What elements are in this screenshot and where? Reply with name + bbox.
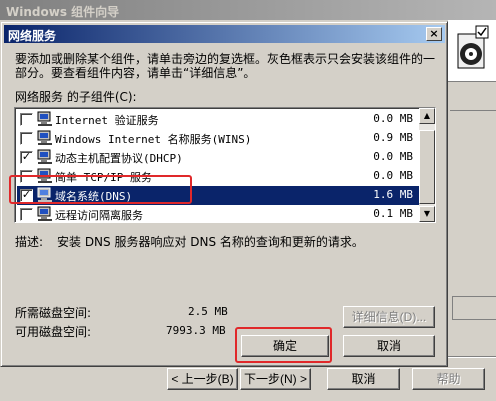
component-size: 1.6 MB — [373, 188, 413, 201]
help-button[interactable]: 帮助 — [412, 368, 485, 390]
back-button[interactable]: < 上一步(B) — [167, 368, 238, 390]
wizard-titlebar: Windows 组件向导 — [0, 0, 496, 20]
close-icon[interactable]: × — [426, 27, 442, 41]
component-size: 0.9 MB — [373, 131, 413, 144]
list-item[interactable]: ✓ 动态主机配置协议(DHCP) 0.0 MB — [17, 148, 419, 167]
component-name: 远程访问隔离服务 — [55, 209, 143, 222]
intro-line-2: 部分。要查看组件内容，请单击“详细信息”。 — [15, 66, 256, 80]
scroll-down-icon[interactable]: ▼ — [419, 206, 435, 222]
network-services-dialog: 网络服务 × 要添加或删除某个组件，请单击旁边的复选框。灰色框表示只会安装该组件… — [0, 21, 448, 367]
subcomponents-label: 网络服务 的子组件(C): — [15, 90, 137, 104]
network-component-icon — [37, 111, 52, 126]
description-label: 描述: — [15, 235, 44, 249]
checkbox[interactable] — [20, 113, 33, 126]
wizard-components-icon — [457, 25, 489, 69]
network-component-icon — [37, 206, 52, 221]
checkbox[interactable] — [20, 170, 33, 183]
component-size: 0.1 MB — [373, 207, 413, 220]
scroll-up-icon[interactable]: ▲ — [419, 108, 435, 124]
network-component-icon — [37, 130, 52, 145]
wizard-partial-control — [452, 296, 496, 320]
scroll-thumb[interactable] — [419, 130, 435, 204]
list-item[interactable]: 远程访问隔离服务 0.1 MB — [17, 205, 419, 222]
disk-required-label: 所需磁盘空间: — [15, 306, 92, 320]
list-item[interactable]: Internet 验证服务 0.0 MB — [17, 110, 419, 129]
checkbox[interactable]: ✓ — [20, 151, 33, 164]
component-name: 动态主机配置协议(DHCP) — [55, 152, 183, 165]
intro-line-1: 要添加或删除某个组件，请单击旁边的复选框。灰色框表示只会安装该组件的一 — [15, 52, 436, 66]
list-item[interactable]: Windows Internet 名称服务(WINS) 0.9 MB — [17, 129, 419, 148]
wizard-cancel-button[interactable]: 取消 — [327, 368, 400, 390]
component-size: 0.0 MB — [373, 169, 413, 182]
dialog-titlebar: 网络服务 × — [4, 25, 445, 43]
component-size: 0.0 MB — [373, 150, 413, 163]
component-name: Internet 验证服务 — [55, 114, 159, 127]
list-item[interactable]: 简单 TCP/IP 服务 0.0 MB — [17, 167, 419, 186]
component-name: Windows Internet 名称服务(WINS) — [55, 133, 252, 146]
description-text: 安装 DNS 服务器响应对 DNS 名称的查询和更新的请求。 — [57, 235, 364, 249]
checkbox[interactable] — [20, 208, 33, 221]
wizard-divider — [450, 110, 496, 111]
wizard-header-panel — [448, 20, 496, 82]
next-button[interactable]: 下一步(N) > — [240, 368, 311, 390]
component-name: 域名系统(DNS) — [55, 190, 133, 203]
network-component-icon — [37, 168, 52, 183]
disk-required-value: 2.5 MB — [188, 305, 228, 318]
checkbox[interactable]: ✓ — [20, 189, 33, 202]
component-size: 0.0 MB — [373, 112, 413, 125]
dialog-title: 网络服务 — [8, 29, 57, 43]
disk-available-label: 可用磁盘空间: — [15, 325, 92, 339]
network-component-icon — [37, 187, 52, 202]
list-item-selected[interactable]: ✓ 域名系统(DNS) 1.6 MB — [17, 186, 419, 205]
details-button[interactable]: 详细信息(D)... — [343, 306, 435, 328]
cancel-button[interactable]: 取消 — [343, 335, 435, 357]
checkbox[interactable] — [20, 132, 33, 145]
intro-text: 要添加或删除某个组件，请单击旁边的复选框。灰色框表示只会安装该组件的一 部分。要… — [15, 52, 440, 80]
disk-available-value: 7993.3 MB — [166, 324, 226, 337]
network-component-icon — [37, 149, 52, 164]
component-name: 简单 TCP/IP 服务 — [55, 171, 152, 184]
list-scrollbar[interactable]: ▲ ▼ — [419, 108, 435, 222]
ok-button[interactable]: 确定 — [241, 335, 329, 357]
subcomponents-list[interactable]: Internet 验证服务 0.0 MB Windows Internet 名称… — [14, 107, 436, 223]
